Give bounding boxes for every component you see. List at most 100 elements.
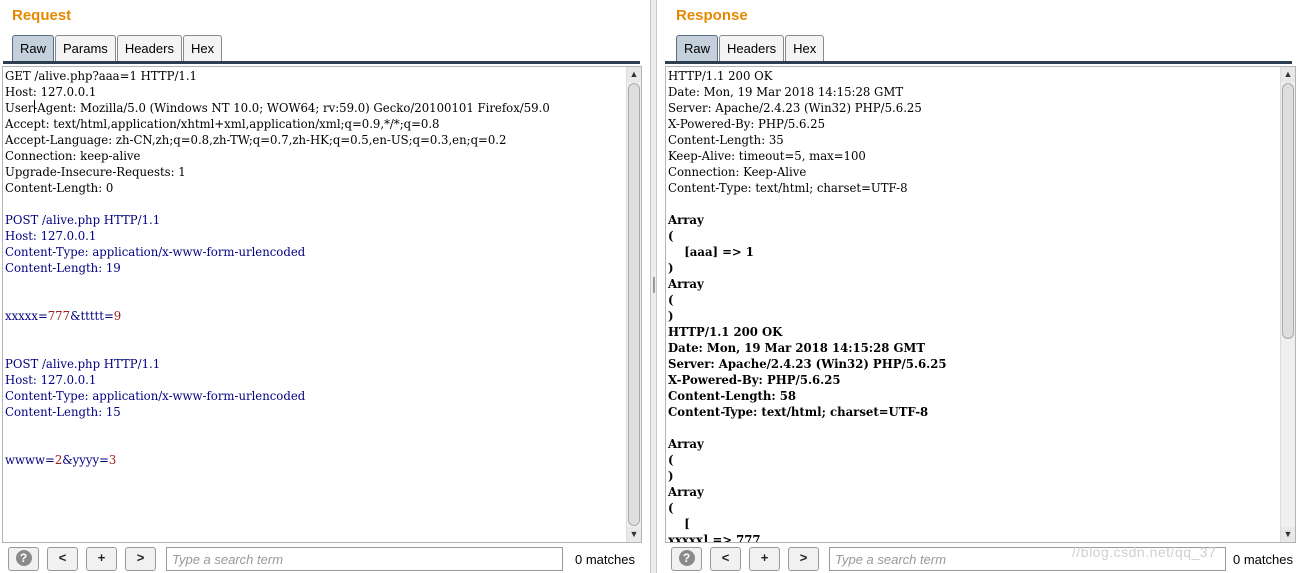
match-count: 0 matches [1233, 552, 1293, 567]
code-line: Array [668, 484, 946, 500]
next-button[interactable]: > [125, 547, 156, 571]
code-segment: Content-Type: text/html; charset=UTF-8 [668, 405, 929, 419]
tab-headers[interactable]: Headers [116, 35, 182, 62]
response-scrollbar[interactable]: ▲ ▼ [1280, 67, 1295, 542]
code-line: POST /alive.php HTTP/1.1 [5, 356, 550, 372]
code-line: Date: Mon, 19 Mar 2018 14:15:28 GMT [668, 340, 946, 356]
code-line: Array [668, 276, 946, 292]
scroll-up-arrow-icon[interactable]: ▲ [627, 67, 641, 82]
code-line: ) [668, 308, 946, 324]
tab-hex[interactable]: Hex [785, 35, 825, 62]
code-segment: ) [668, 261, 674, 275]
tab-params[interactable]: Params [55, 35, 116, 62]
code-line: ) [668, 468, 946, 484]
help-button[interactable]: ? [8, 547, 39, 571]
help-icon: ? [678, 550, 695, 566]
code-segment: Content-Length: 35 [668, 133, 784, 147]
previous-button[interactable]: < [47, 547, 78, 571]
code-segment: &yyyy= [62, 453, 109, 467]
code-segment: Host: 127.0.0.1 [5, 373, 97, 387]
response-text[interactable]: HTTP/1.1 200 OK Date: Mon, 19 Mar 2018 14… [668, 68, 946, 542]
code-segment: Content-Length: 19 [5, 261, 121, 275]
code-segment: Date: Mon, 19 Mar 2018 14:15:28 GMT [668, 85, 904, 99]
code-segment: Content-Type: application/x-www-form-url… [5, 389, 306, 403]
code-line: Host: 127.0.0.1 [5, 228, 550, 244]
code-line: Array [668, 436, 946, 452]
code-segment: POST /alive.php HTTP/1.1 [5, 357, 161, 371]
search-input[interactable] [166, 547, 563, 571]
code-line: Content-Type: text/html; charset=UTF-8 [668, 404, 946, 420]
scroll-thumb[interactable] [1282, 83, 1294, 339]
request-pane: Request Raw Params Headers Hex GET /aliv… [0, 0, 650, 573]
code-segment: Server: Apache/2.4.23 (Win32) PHP/5.6.25 [668, 101, 922, 115]
code-line: Connection: keep-alive [5, 148, 550, 164]
code-line: [ [668, 516, 946, 532]
scroll-thumb[interactable] [628, 83, 640, 526]
code-segment: Upgrade-Insecure-Requests: 1 [5, 165, 186, 179]
code-line: User-Agent: Mozilla/5.0 (Windows NT 10.0… [5, 100, 550, 116]
tab-underline [3, 61, 640, 64]
previous-button[interactable]: < [710, 547, 741, 571]
tab-underline [665, 61, 1292, 64]
help-button[interactable]: ? [671, 547, 702, 571]
code-line: Content-Type: application/x-www-form-url… [5, 244, 550, 260]
pane-splitter[interactable] [650, 0, 657, 573]
code-line: GET /alive.php?aaa=1 HTTP/1.1 [5, 68, 550, 84]
code-line: Content-Length: 35 [668, 132, 946, 148]
code-line: Date: Mon, 19 Mar 2018 14:15:28 GMT [668, 84, 946, 100]
code-line: Upgrade-Insecure-Requests: 1 [5, 164, 550, 180]
code-line: Keep-Alive: timeout=5, max=100 [668, 148, 946, 164]
code-segment: HTTP/1.1 200 OK [668, 69, 773, 83]
code-line: Server: Apache/2.4.23 (Win32) PHP/5.6.25 [668, 356, 946, 372]
code-line: Content-Length: 19 [5, 260, 550, 276]
code-segment: Array [668, 213, 704, 227]
code-segment: Keep-Alive: timeout=5, max=100 [668, 149, 866, 163]
response-editor[interactable]: HTTP/1.1 200 OK Date: Mon, 19 Mar 2018 14… [665, 66, 1296, 543]
tab-raw[interactable]: Raw [12, 35, 55, 62]
code-segment: Array [668, 485, 704, 499]
scroll-down-arrow-icon[interactable]: ▼ [1281, 527, 1295, 542]
request-search-bar: ? < + > 0 matches [0, 545, 650, 573]
next-button[interactable]: > [788, 547, 819, 571]
response-title: Response [676, 7, 748, 24]
code-segment: Connection: Keep-Alive [668, 165, 807, 179]
scroll-up-arrow-icon[interactable]: ▲ [1281, 67, 1295, 82]
splitter-grip-icon[interactable] [653, 277, 655, 293]
response-tabs: Raw Headers Hex [676, 35, 825, 62]
code-segment: X-Powered-By: PHP/5.6.25 [668, 373, 841, 387]
tab-headers[interactable]: Headers [719, 35, 785, 62]
request-text[interactable]: GET /alive.php?aaa=1 HTTP/1.1 Host: 127.0… [5, 68, 550, 468]
request-tabs: Raw Params Headers Hex [12, 35, 223, 62]
code-line: Content-Length: 58 [668, 388, 946, 404]
code-segment: Date: Mon, 19 Mar 2018 14:15:28 GMT [668, 341, 926, 355]
response-pane: Response Raw Headers Hex HTTP/1.1 200 OK… [657, 0, 1297, 573]
tab-raw[interactable]: Raw [676, 35, 719, 62]
code-line: xxxxx=777&ttttt=9 [5, 308, 550, 324]
add-button[interactable]: + [86, 547, 117, 571]
code-line: ( [668, 228, 946, 244]
code-segment: ( [668, 229, 674, 243]
code-line: [aaa] => 1 [668, 244, 946, 260]
code-line: Content-Type: text/html; charset=UTF-8 [668, 180, 946, 196]
code-segment: HTTP/1.1 200 OK [668, 325, 783, 339]
request-scrollbar[interactable]: ▲ ▼ [626, 67, 641, 542]
code-segment: Content-Length: 15 [5, 405, 121, 419]
help-icon: ? [15, 550, 32, 566]
code-segment: Content-Type: text/html; charset=UTF-8 [668, 181, 908, 195]
code-segment: &ttttt= [70, 309, 114, 323]
tab-hex[interactable]: Hex [182, 35, 223, 62]
code-line: Host: 127.0.0.1 [5, 372, 550, 388]
request-editor[interactable]: GET /alive.php?aaa=1 HTTP/1.1 Host: 127.0… [2, 66, 642, 543]
code-segment: wwww= [5, 453, 55, 467]
add-button[interactable]: + [749, 547, 780, 571]
code-segment: Array [668, 277, 704, 291]
scroll-down-arrow-icon[interactable]: ▼ [627, 527, 641, 542]
code-segment: ) [668, 469, 674, 483]
code-segment: Accept: text/html,application/xhtml+xml,… [5, 117, 440, 131]
code-segment: 9 [113, 309, 122, 323]
